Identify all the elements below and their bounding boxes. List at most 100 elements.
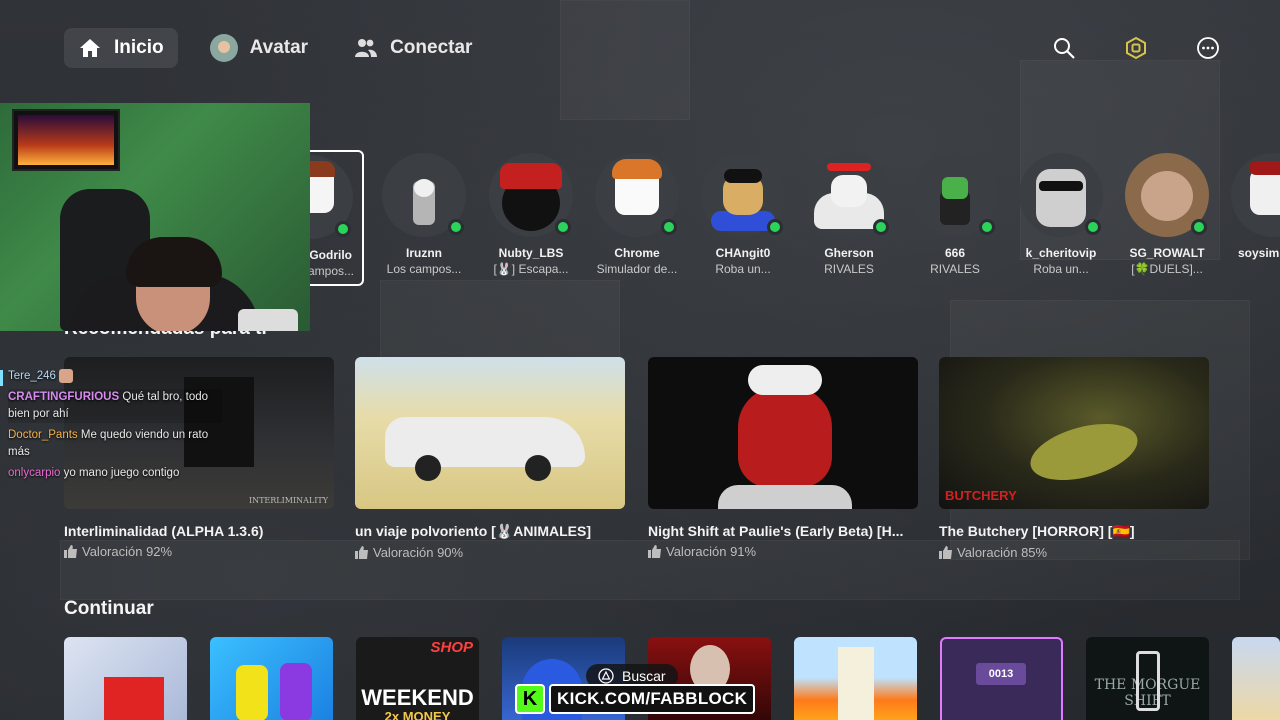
friend-tile[interactable]: Iruznn Los campos...	[371, 150, 477, 276]
game-title: un viaje polvoriento [🐰ANIMALES]	[355, 523, 591, 539]
friend-avatar	[1019, 153, 1103, 237]
thumbs-up-icon	[355, 546, 368, 559]
chat-message: Tere_246	[8, 368, 222, 385]
top-right-icons	[1052, 36, 1220, 60]
friend-avatar	[489, 153, 573, 237]
thumb-body	[718, 485, 852, 509]
friend-avatar-cap	[724, 169, 762, 183]
more-icon[interactable]	[1196, 36, 1220, 60]
game-card[interactable]: un viaje polvoriento [🐰ANIMALES] Valorac…	[355, 357, 625, 560]
game-rating-text: Valoración 85%	[957, 545, 1048, 560]
online-indicator	[661, 219, 677, 235]
game-rating-text: Valoración 90%	[373, 545, 464, 560]
game-thumbnail	[355, 357, 625, 509]
game-rating: Valoración 92%	[64, 544, 334, 559]
thumb-wheel	[525, 455, 551, 481]
thumb-car	[385, 417, 585, 467]
friend-avatar-hearts	[827, 163, 871, 171]
search-icon[interactable]	[1052, 36, 1076, 60]
kick-logo-icon: K	[515, 684, 545, 714]
friend-game: RIVALES	[824, 262, 874, 276]
friend-tile[interactable]: Chrome Simulador de...	[584, 150, 690, 276]
friend-name: Gherson	[824, 246, 874, 260]
friend-avatar	[701, 153, 785, 237]
thumb-title: WEEKEND	[361, 685, 474, 710]
online-indicator	[873, 219, 889, 235]
friend-avatar-head	[414, 179, 434, 197]
chat-message: CRAFTINGFURIOUS Qué tal bro, todo bien p…	[8, 389, 222, 423]
chat-user: onlycarpio	[8, 467, 61, 479]
continue-card[interactable]	[1232, 637, 1280, 720]
nav-home-label: Inicio	[114, 37, 164, 58]
thumb-figure	[236, 665, 268, 720]
game-card[interactable]: Night Shift at Paulie's (Early Beta) [H.…	[648, 357, 918, 559]
thumbs-up-icon	[648, 545, 661, 558]
continue-card[interactable]	[794, 637, 917, 720]
friend-avatar-glasses	[1039, 181, 1083, 191]
continue-card[interactable]: SHOP WEEKEND 2x MONEY	[356, 637, 479, 720]
game-thumbnail: BUTCHERY	[939, 357, 1209, 509]
top-nav: Inicio Avatar Conectar	[64, 28, 486, 68]
stream-chat: Tere_246 CRAFTINGFURIOUS Qué tal bro, to…	[0, 368, 222, 486]
chat-marker	[0, 370, 3, 386]
friend-game: RIVALES	[930, 262, 980, 276]
friend-name: Nubty_LBS	[498, 246, 564, 260]
friend-game: Simulador de...	[596, 262, 678, 276]
friend-avatar	[807, 153, 891, 237]
nav-connect[interactable]: Conectar	[340, 28, 486, 68]
nav-avatar-label: Avatar	[249, 37, 309, 58]
thumb-logo-text: INTERLIMINALITY	[248, 496, 328, 505]
bg-block	[380, 280, 620, 360]
game-rating: Valoración 90%	[355, 545, 625, 560]
continue-card[interactable]	[210, 637, 333, 720]
kick-url: KICK.COM/FABBLOCK	[549, 684, 756, 714]
avatar-icon	[209, 34, 238, 62]
game-title: The Butchery [HORROR] [🇪🇸]	[939, 523, 1135, 539]
friend-game: Los campos...	[310, 264, 354, 278]
friend-name: soysimi	[1238, 246, 1280, 260]
section-title-continue: Continuar	[64, 598, 154, 619]
nav-connect-label: Conectar	[390, 37, 473, 58]
thumb-figure	[104, 677, 164, 720]
friend-game: Roba un...	[1033, 262, 1089, 276]
friend-tile[interactable]: soysimi	[1220, 150, 1280, 262]
friend-tile[interactable]: 666 RIVALES	[902, 150, 1008, 276]
controller-button-icon	[598, 668, 614, 684]
game-title: Night Shift at Paulie's (Early Beta) [H.…	[648, 523, 904, 539]
nav-avatar[interactable]: Avatar	[196, 28, 322, 68]
thumbs-up-icon	[64, 545, 77, 558]
continue-card[interactable]: THE MORGUE SHIFT	[1086, 637, 1209, 720]
online-indicator	[1085, 219, 1101, 235]
friend-tile[interactable]: Gherson RIVALES	[796, 150, 902, 276]
game-card[interactable]: BUTCHERY The Butchery [HORROR] [🇪🇸] Valo…	[939, 357, 1209, 560]
robux-icon[interactable]	[1124, 36, 1148, 60]
friend-avatar-cap	[500, 163, 562, 189]
friend-game: [🐰] Escapa...	[493, 262, 569, 276]
friend-tile[interactable]: SG_ROWALT [🍀DUELS]...	[1114, 150, 1220, 276]
bg-block	[560, 0, 690, 120]
thumb-mascot-face	[738, 387, 832, 487]
nav-home[interactable]: Inicio	[64, 28, 178, 68]
game-thumbnail	[648, 357, 918, 509]
webcam-person-hair	[126, 237, 222, 287]
continue-card[interactable]: 0013	[940, 637, 1063, 720]
chat-user: CRAFTINGFURIOUS	[8, 391, 120, 403]
friend-avatar	[1125, 153, 1209, 237]
people-icon	[354, 36, 378, 60]
friend-game: Los campos...	[386, 262, 462, 276]
friends-row: Godrilo Los campos... Iruznn Los campos.…	[310, 150, 1280, 286]
friend-tile[interactable]: Godrilo Los campos...	[310, 150, 364, 286]
friend-avatar-hair	[310, 161, 335, 177]
search-hint-label: Buscar	[622, 668, 666, 684]
friend-tile[interactable]: Nubty_LBS [🐰] Escapa...	[478, 150, 584, 276]
game-title: Interliminalidad (ALPHA 1.3.6)	[64, 523, 264, 539]
friend-tile[interactable]: CHAngit0 Roba un...	[690, 150, 796, 276]
friend-avatar	[1231, 153, 1280, 237]
online-indicator	[555, 219, 571, 235]
chat-user: Tere_246	[8, 370, 56, 382]
continue-card[interactable]	[64, 637, 187, 720]
online-indicator	[1191, 219, 1207, 235]
friend-tile[interactable]: k_cheritovip Roba un...	[1008, 150, 1114, 276]
online-indicator	[448, 219, 464, 235]
thumb-shop-tag: SHOP	[430, 639, 473, 656]
